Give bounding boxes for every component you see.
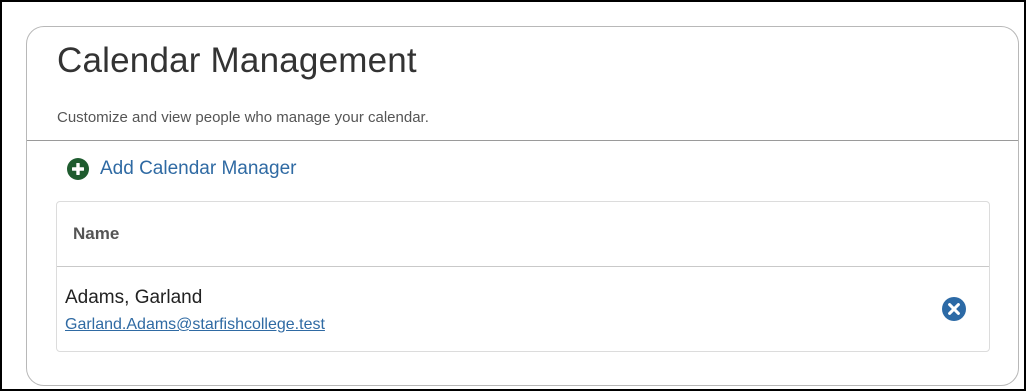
plus-circle-icon [67,158,89,180]
page-subtitle: Customize and view people who manage you… [57,109,429,126]
column-header-name: Name [73,224,120,243]
manager-email-link[interactable]: Garland.Adams@starfishcollege.test [65,316,325,334]
page-title: Calendar Management [57,41,417,80]
table-row: Adams, Garland Garland.Adams@starfishcol… [57,267,989,352]
window-frame: Calendar Management Customize and view p… [0,0,1026,391]
calendar-management-card: Calendar Management Customize and view p… [26,26,1019,386]
x-circle-icon [942,297,966,321]
managers-table: Name Adams, Garland Garland.Adams@starfi… [56,201,990,352]
add-calendar-manager-label: Add Calendar Manager [100,158,297,179]
add-calendar-manager-button[interactable]: Add Calendar Manager [67,158,296,180]
manager-name: Adams, Garland [65,287,203,308]
table-header: Name [57,202,989,267]
header-divider [27,140,1018,141]
remove-manager-button[interactable] [942,297,966,321]
